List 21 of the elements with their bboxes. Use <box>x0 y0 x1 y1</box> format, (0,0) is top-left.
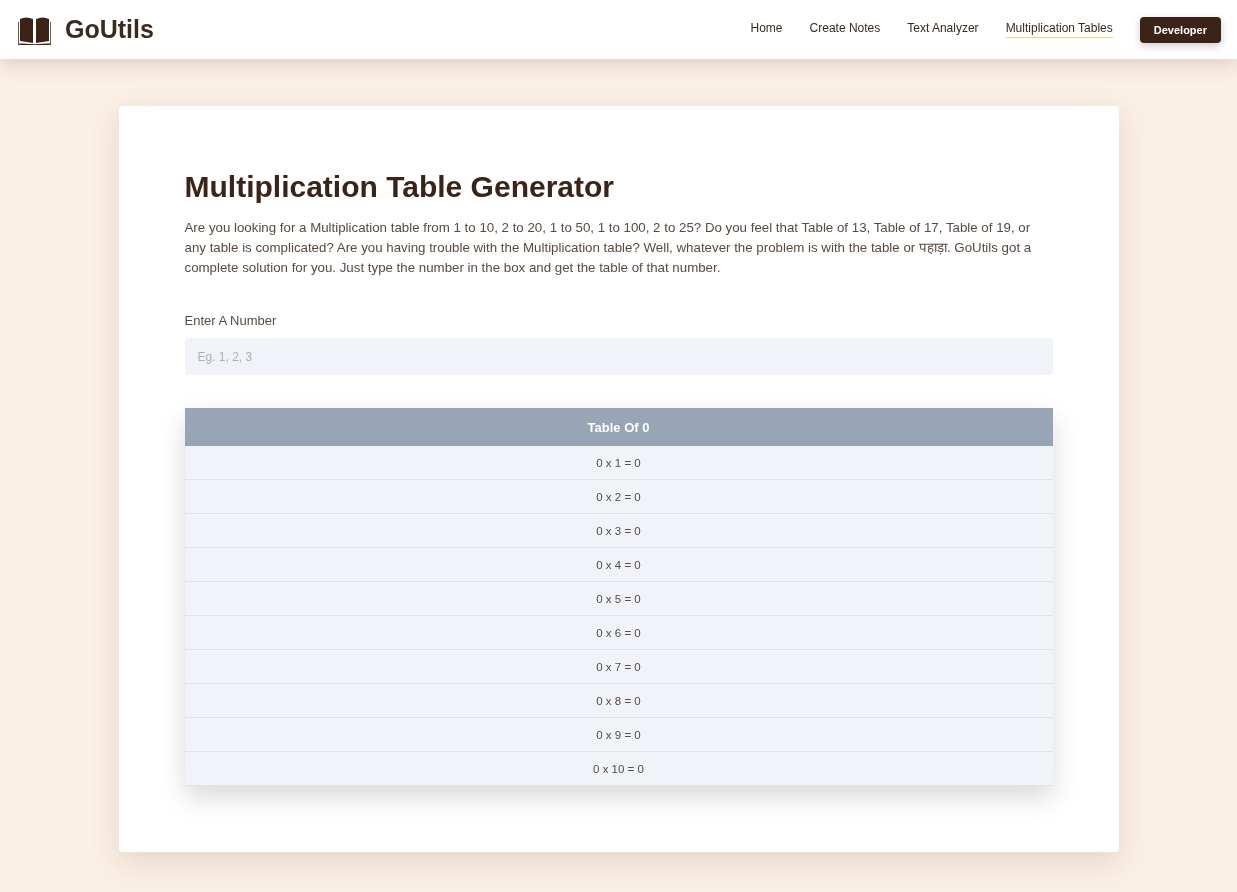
table-heading: Table Of 0 <box>184 408 1053 446</box>
nav-link[interactable]: Create Notes <box>809 21 881 38</box>
nav-link[interactable]: Multiplication Tables <box>1005 21 1113 38</box>
table-row: 0 x 2 = 0 <box>184 480 1053 514</box>
table-row: 0 x 3 = 0 <box>184 514 1053 548</box>
intro-paragraph: Are you looking for a Multiplication table from 1 to 10, 2 to 20, 1 to 50, 1 to 100, 2 to 25? Do you feel that Table of 13, Table of 17, Table of 19, or any table is complicated? Are you having trouble with the Multiplication table? Well, whatever the problem is with the table or पहाड़ा. GoUtils got a complete solution for you. Just type the number in the box and get the table of that number. <box>184 219 1033 277</box>
table-row: 0 x 7 = 0 <box>184 650 1053 684</box>
page-title: Multiplication Table Generator <box>184 170 615 204</box>
table-row: 0 x 6 = 0 <box>184 616 1053 650</box>
nav-link[interactable]: Text Analyzer <box>907 21 979 38</box>
table-row: 0 x 9 = 0 <box>184 718 1053 752</box>
developer-button[interactable]: Developer <box>1139 16 1221 43</box>
table-row: 0 x 8 = 0 <box>184 684 1053 718</box>
brand-name[interactable]: GoUtils <box>65 15 154 44</box>
table-row: 0 x 4 = 0 <box>184 548 1053 582</box>
table-row: 0 x 1 = 0 <box>184 446 1053 480</box>
number-input-field[interactable]: Eg. 1, 2, 3 <box>184 338 1053 375</box>
field-label: Enter A Number <box>184 313 278 328</box>
table-row: 0 x 10 = 0 <box>184 752 1053 786</box>
nav-link[interactable]: Home <box>750 21 783 38</box>
table-row: 0 x 5 = 0 <box>184 582 1053 616</box>
